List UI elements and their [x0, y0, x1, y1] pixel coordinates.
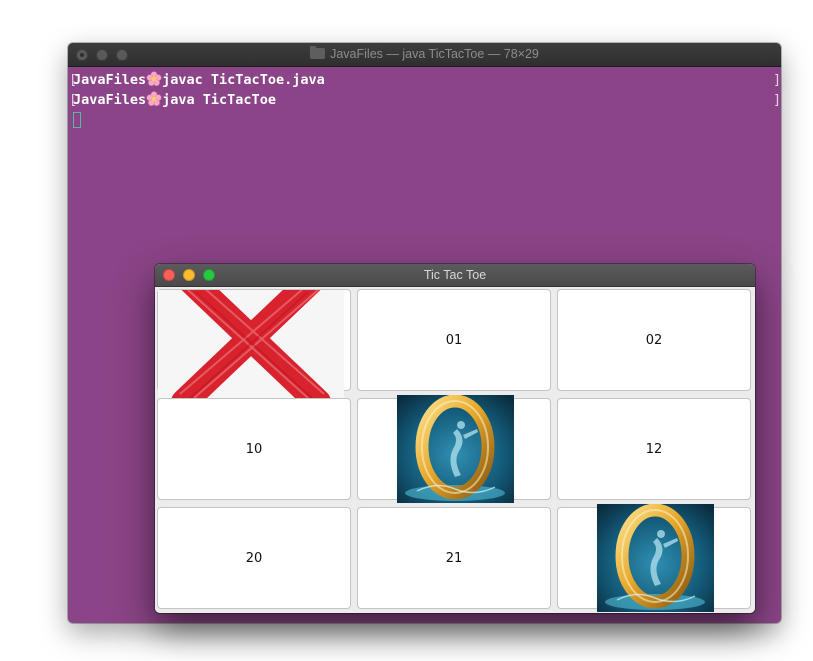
cell-20[interactable]: 20	[157, 507, 351, 609]
terminal-title: JavaFiles — java TicTacToe — 78×29	[68, 43, 781, 66]
cell-12[interactable]: 12	[557, 398, 751, 500]
x-mark-icon	[158, 290, 344, 398]
tic-tac-toe-window[interactable]: Tic Tac Toe 01 02 10 12 20 21	[155, 264, 755, 613]
cell-22[interactable]	[557, 504, 751, 612]
terminal-titlebar[interactable]: JavaFiles — java TicTacToe — 78×29	[68, 43, 781, 67]
cell-10[interactable]: 10	[157, 398, 351, 500]
terminal-cursor-line	[73, 110, 781, 130]
mark-bracket-right: ]	[773, 72, 781, 88]
cell-label: 01	[445, 332, 463, 348]
mark-bracket-left: [	[69, 72, 78, 88]
cell-label: 20	[245, 550, 263, 566]
cell-01[interactable]: 01	[357, 289, 551, 391]
terminal-output[interactable]: [JavaFiles javac TicTacToe.java] [JavaFil…	[68, 67, 781, 130]
mark-bracket-right: ]	[773, 92, 781, 108]
command-text: javac TicTacToe.java	[162, 72, 325, 88]
desktop: JavaFiles — java TicTacToe — 78×29 [Java…	[0, 0, 813, 661]
terminal-line: [JavaFiles javac TicTacToe.java]	[69, 70, 781, 90]
prompt-text: JavaFiles	[73, 92, 147, 108]
cell-02[interactable]: 02	[557, 289, 751, 391]
cherry-blossom-icon	[146, 91, 162, 106]
cell-label: 10	[245, 441, 263, 457]
o-mark-icon	[597, 504, 714, 612]
folder-icon	[310, 46, 326, 59]
cell-21[interactable]: 21	[357, 507, 551, 609]
command-text: java TicTacToe	[162, 92, 276, 108]
terminal-title-text: JavaFiles — java TicTacToe — 78×29	[330, 47, 539, 61]
cell-label: 21	[445, 550, 463, 566]
terminal-line: [JavaFiles java TicTacToe]	[69, 90, 781, 110]
mark-bracket-left: [	[69, 92, 78, 108]
text-cursor	[73, 112, 81, 128]
o-mark-icon	[397, 395, 514, 503]
game-titlebar[interactable]: Tic Tac Toe	[155, 264, 755, 287]
cherry-blossom-icon	[146, 71, 162, 86]
game-board: 01 02 10 12 20 21	[155, 287, 755, 613]
cell-00[interactable]	[157, 289, 351, 398]
cell-11[interactable]	[357, 395, 551, 503]
game-title: Tic Tac Toe	[423, 268, 487, 282]
prompt-text: JavaFiles	[73, 72, 147, 88]
cell-label: 02	[645, 332, 663, 348]
cell-label: 12	[645, 441, 663, 457]
